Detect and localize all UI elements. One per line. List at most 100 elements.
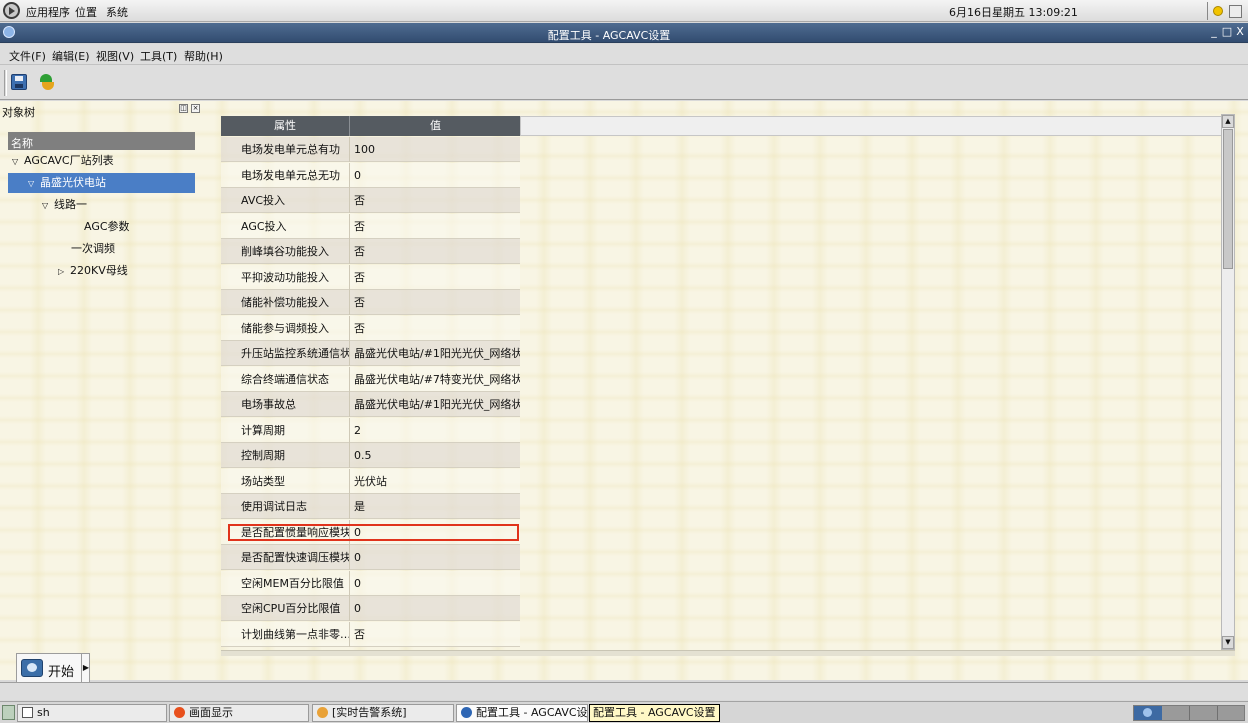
grid-header-value[interactable]: 值 xyxy=(351,116,520,136)
panel-menu-places[interactable]: 位置 xyxy=(75,4,97,20)
show-desktop-icon[interactable] xyxy=(2,705,15,720)
grid-row-value[interactable]: 否 xyxy=(351,214,520,239)
grid-row[interactable]: 场站类型 光伏站 xyxy=(221,468,520,494)
grid-row-property: 储能参与调频投入 xyxy=(221,315,350,341)
grid-row-value[interactable]: 晶盛光伏电站/#7特变光伏_网络状态1 xyxy=(351,367,520,392)
grid-row-value[interactable]: 晶盛光伏电站/#1阳光光伏_网络状态2 xyxy=(351,392,520,417)
panel-menu-system[interactable]: 系统 xyxy=(106,4,128,20)
tree-column-header[interactable]: 名称 xyxy=(8,132,195,150)
grid-row-value[interactable]: 是 xyxy=(351,494,520,519)
grid-header-property[interactable]: 属性 xyxy=(221,116,350,136)
alarm-icon xyxy=(317,707,328,718)
grid-row-value[interactable]: 否 xyxy=(351,316,520,341)
grid-row-property: 电场发电单元总有功 xyxy=(221,137,350,162)
grid-row-value[interactable]: 光伏站 xyxy=(351,469,520,494)
grid-row[interactable]: 计划曲线第一点非零… 否 xyxy=(221,621,520,647)
window-titlebar[interactable]: 配置工具 - AGCAVC设置 _ □ X xyxy=(0,23,1248,43)
grid-row[interactable]: 升压站监控系统通信状态晶盛光伏电站/#1阳光光伏_网络状态1 xyxy=(221,341,520,366)
grid-header: 属性 值 xyxy=(221,116,520,136)
tree-expand-icon[interactable]: ▽ xyxy=(42,196,54,216)
tree-node-220kv-bus[interactable]: ▷ 220KV母线 xyxy=(58,261,188,281)
grid-row-value[interactable]: 0.5 xyxy=(351,443,520,468)
panel-menu-applications[interactable]: 应用程序 xyxy=(26,4,70,20)
grid-row[interactable]: 平抑波动功能投入否 xyxy=(221,264,520,290)
menu-tools[interactable]: 工具(T) xyxy=(140,48,177,64)
grid-row-value[interactable]: 0 xyxy=(351,596,520,621)
refresh-icon[interactable] xyxy=(38,73,56,91)
tray-notification-icon[interactable] xyxy=(1207,2,1225,20)
tree-node-primary-freq[interactable]: 一次调频 xyxy=(71,239,191,259)
save-icon[interactable] xyxy=(11,74,27,90)
terminal-icon xyxy=(22,707,33,718)
grid-row-property: 计算周期 xyxy=(221,417,350,443)
grid-row-value[interactable]: 晶盛光伏电站/#1阳光光伏_网络状态1 xyxy=(351,341,520,366)
task-alarm[interactable]: [实时告警系统] xyxy=(312,704,454,722)
panel-close-icon[interactable]: × xyxy=(191,104,200,113)
grid-row[interactable]: 储能补偿功能投入否 xyxy=(221,290,520,315)
grid-row[interactable]: 是否配置惯量响应模块 0 xyxy=(221,519,520,545)
panel-clock[interactable]: 6月16日星期五 13:09:21 xyxy=(949,4,1078,20)
grid-row[interactable]: 储能参与调频投入否 xyxy=(221,315,520,341)
tree-node-line-one[interactable]: ▽ 线路一 xyxy=(42,195,192,215)
grid-row-property: 平抑波动功能投入 xyxy=(221,264,350,290)
app-menu-logo-icon[interactable] xyxy=(3,2,20,19)
grid-row[interactable]: 电场事故总晶盛光伏电站/#1阳光光伏_网络状态2 xyxy=(221,392,520,417)
grid-row-value[interactable]: 否 xyxy=(351,239,520,264)
grid-row-value[interactable]: 0 xyxy=(351,545,520,570)
scroll-up-icon[interactable]: ▲ xyxy=(1222,115,1234,128)
main-content: 对象树 ◫ × 名称 ▽ AGCAVC厂站列表 ▽ 晶盛光伏电站 ▽ 线路一 AGC参… xyxy=(0,101,1248,680)
grid-row[interactable]: 电场发电单元总有功 100 xyxy=(221,137,520,162)
tree-expand-icon[interactable]: ▽ xyxy=(12,152,24,172)
tree-node-station-list[interactable]: ▽ AGCAVC厂站列表 xyxy=(12,151,192,171)
workspace-switcher[interactable] xyxy=(1133,705,1245,721)
tray-printer-icon[interactable] xyxy=(1227,2,1245,20)
vertical-scrollbar[interactable]: ▲ ▼ xyxy=(1221,114,1235,650)
grid-row-value[interactable]: 0 xyxy=(351,520,520,545)
menu-file[interactable]: 文件(F) xyxy=(9,48,46,64)
tree-node-agc-params[interactable]: AGC参数 xyxy=(84,217,194,237)
grid-row[interactable]: 使用调试日志是 xyxy=(221,494,520,519)
scroll-down-icon[interactable]: ▼ xyxy=(1222,636,1234,649)
grid-row[interactable]: 空闲MEM百分比限值 0 xyxy=(221,570,520,596)
grid-row-value[interactable]: 100 xyxy=(351,137,520,162)
menu-edit[interactable]: 编辑(E) xyxy=(52,48,90,64)
menu-help[interactable]: 帮助(H) xyxy=(184,48,223,64)
window-title: 配置工具 - AGCAVC设置 xyxy=(547,29,671,42)
grid-row[interactable]: 空闲CPU百分比限值 0 xyxy=(221,596,520,621)
toolbar-grip[interactable] xyxy=(4,70,7,96)
start-button[interactable]: 开始 ▶ xyxy=(16,653,90,683)
grid-row-value[interactable]: 2 xyxy=(351,418,520,443)
maximize-button[interactable]: □ xyxy=(1221,25,1233,39)
grid-row-property: 综合终端通信状态 xyxy=(221,366,350,392)
tree-expand-icon[interactable]: ▽ xyxy=(28,174,40,194)
grid-row[interactable]: AGC投入否 xyxy=(221,213,520,239)
grid-row[interactable]: 电场发电单元总无功 0 xyxy=(221,162,520,188)
tree-expand-icon[interactable]: ▷ xyxy=(58,262,70,282)
start-label: 开始 xyxy=(48,665,75,680)
minimize-button[interactable]: _ xyxy=(1208,25,1220,39)
scroll-thumb[interactable] xyxy=(1223,129,1233,269)
grid-row[interactable]: 削峰填谷功能投入否 xyxy=(221,239,520,264)
grid-row-value[interactable]: 否 xyxy=(351,622,520,647)
grid-row-property: 空闲CPU百分比限值 xyxy=(221,596,350,621)
task-display[interactable]: 画面显示 xyxy=(169,704,309,722)
menu-view[interactable]: 视图(V) xyxy=(96,48,134,64)
grid-row[interactable]: 控制周期 0.5 xyxy=(221,443,520,468)
grid-row[interactable]: 计算周期 2 xyxy=(221,417,520,443)
grid-row-value[interactable]: 否 xyxy=(351,188,520,213)
workspace-1[interactable] xyxy=(1134,706,1162,720)
grid-row-value[interactable]: 否 xyxy=(351,265,520,290)
panel-float-icon[interactable]: ◫ xyxy=(179,104,188,113)
grid-row-property: 场站类型 xyxy=(221,468,350,494)
grid-row-value[interactable]: 0 xyxy=(351,163,520,188)
task-config-tool[interactable]: 配置工具 - AGCAVC设置 xyxy=(456,704,588,722)
grid-row-value[interactable]: 否 xyxy=(351,290,520,315)
grid-row[interactable]: 是否配置快速调压模块 0 xyxy=(221,545,520,570)
tree-node-jingsheng-station[interactable]: ▽ 晶盛光伏电站 xyxy=(8,173,195,193)
task-sh[interactable]: sh xyxy=(17,704,167,722)
grid-row-value[interactable]: 0 xyxy=(351,571,520,596)
start-expand-icon[interactable]: ▶ xyxy=(81,654,90,682)
grid-row[interactable]: 综合终端通信状态晶盛光伏电站/#7特变光伏_网络状态1 xyxy=(221,366,520,392)
grid-row[interactable]: AVC投入否 xyxy=(221,188,520,213)
close-button[interactable]: X xyxy=(1234,25,1246,39)
